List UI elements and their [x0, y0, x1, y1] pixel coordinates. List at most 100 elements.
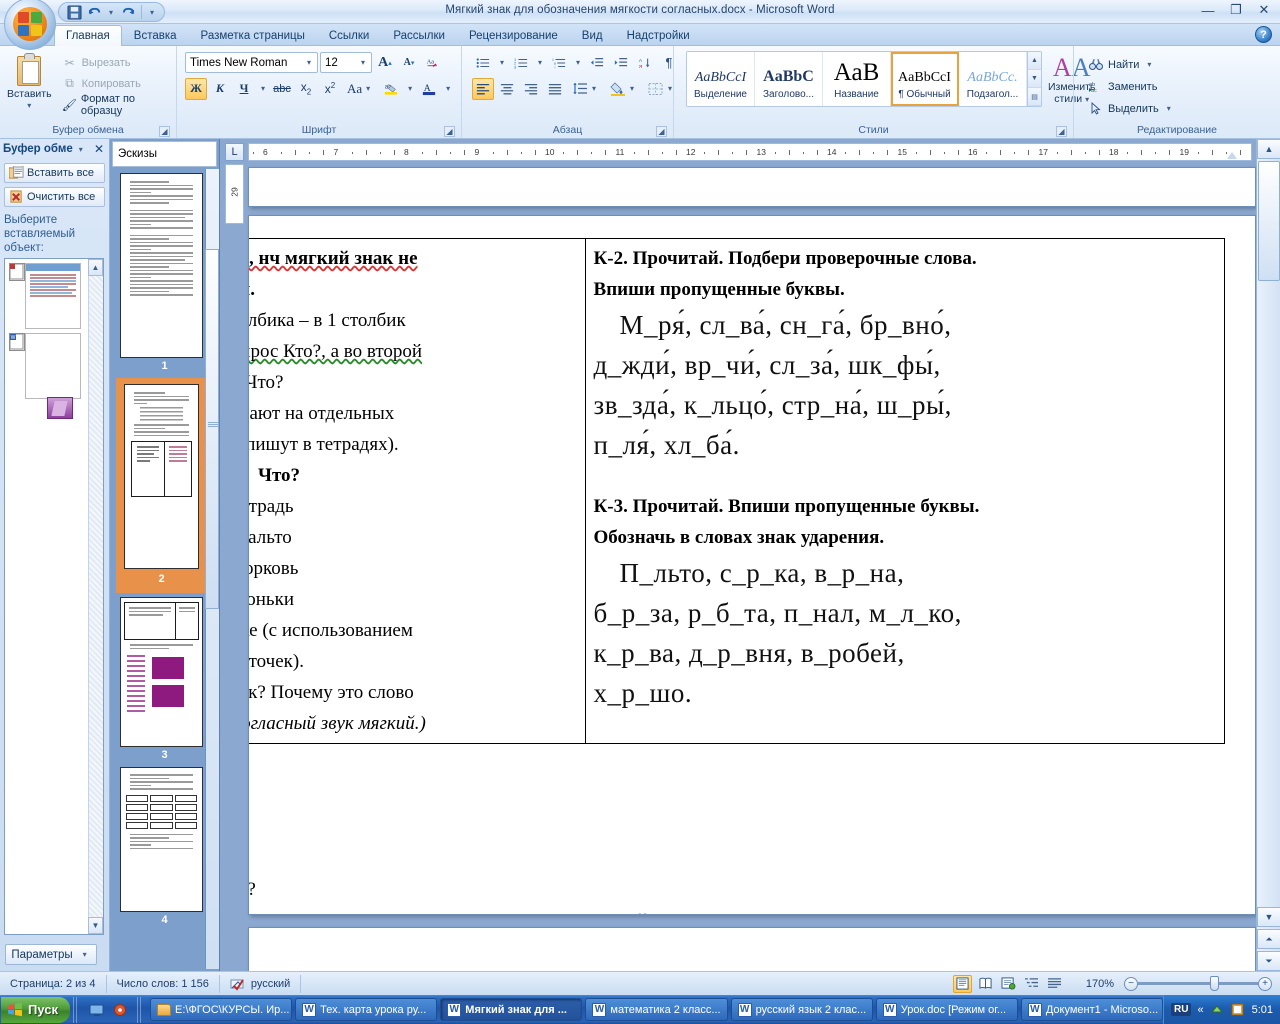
chevron-down-icon[interactable]: ▾: [303, 58, 315, 67]
more-styles-icon[interactable]: ▤: [1028, 88, 1041, 106]
clipboard-options-button[interactable]: Параметры ▾: [5, 944, 97, 965]
cut-button[interactable]: ✂ Вырезать: [58, 53, 172, 72]
tray-expand-icon[interactable]: «: [1197, 1004, 1203, 1016]
replace-button[interactable]: ab ac Заменить: [1084, 77, 1179, 96]
ruler-bar[interactable]: 6 7 8 9 10 11 12 13 14 15 16 17 18 19: [248, 143, 1252, 161]
taskbar-item-word-4[interactable]: W Урок.doc [Режим ог...: [875, 998, 1018, 1021]
numbering-icon[interactable]: 123: [510, 52, 532, 74]
select-button[interactable]: Выделить ▾: [1084, 99, 1179, 118]
customize-icon[interactable]: ▾: [146, 8, 158, 17]
line-spacing-icon[interactable]: ▾: [568, 78, 604, 100]
taskbar-item-word-active[interactable]: W Мягкий знак для ...: [440, 998, 583, 1021]
italic-button[interactable]: К: [209, 78, 231, 100]
thumbnails-scrollbar[interactable]: [205, 169, 219, 969]
status-word-count[interactable]: Число слов: 1 156: [107, 974, 220, 993]
change-case-button[interactable]: Aa ▾: [343, 78, 378, 100]
font-dialog-launcher[interactable]: ◢: [444, 126, 455, 137]
select-dropdown-icon[interactable]: ▾: [1163, 104, 1175, 113]
outline-icon[interactable]: [1022, 975, 1041, 993]
shrink-font-button[interactable]: A ▾: [398, 52, 420, 74]
paragraph-dialog-launcher[interactable]: ◢: [656, 126, 667, 137]
font-color-dropdown-icon[interactable]: ▾: [442, 84, 454, 93]
web-layout-icon[interactable]: [999, 975, 1018, 993]
justify-icon[interactable]: [544, 78, 566, 100]
tab-addins[interactable]: Надстройки: [615, 25, 702, 46]
chevron-down-icon[interactable]: ▾: [79, 950, 91, 959]
style-item-podzagolovok[interactable]: AaBbCc. Подзагол...: [959, 52, 1027, 106]
clipboard-item[interactable]: W: [9, 333, 99, 399]
document-vertical-scrollbar[interactable]: ▲ ▼ ⏶ ⏷: [1256, 139, 1280, 971]
start-button[interactable]: Пуск: [1, 996, 70, 1023]
thumbnails-scrollbar-thumb[interactable]: [205, 249, 219, 609]
horizontal-ruler[interactable]: L 6 7 8 9 10 11 12 13 14 15 16 17 18 19: [220, 142, 1256, 162]
taskbar-item-word-5[interactable]: W Документ1 - Microso...: [1020, 998, 1163, 1021]
draft-icon[interactable]: [1045, 975, 1064, 993]
office-button[interactable]: [4, 0, 56, 50]
superscript-button[interactable]: x2: [319, 78, 341, 100]
restore-icon[interactable]: ❐: [1226, 2, 1246, 18]
scroll-down-icon[interactable]: ▼: [1257, 907, 1280, 927]
undo-icon[interactable]: [85, 4, 103, 21]
help-icon[interactable]: ?: [1255, 26, 1272, 43]
sort-icon[interactable]: АЯ: [634, 52, 656, 74]
language-indicator[interactable]: RU: [1171, 1003, 1192, 1016]
multilevel-dropdown-icon[interactable]: ▾: [572, 58, 584, 67]
increase-indent-icon[interactable]: [610, 52, 632, 74]
redo-icon[interactable]: [119, 4, 137, 21]
clear-formatting-button[interactable]: Aa: [422, 52, 444, 74]
status-language[interactable]: русский: [220, 974, 302, 993]
zoom-in-button[interactable]: +: [1258, 976, 1272, 991]
undo-dropdown-icon[interactable]: ▾: [105, 8, 117, 17]
network-icon[interactable]: [1210, 1002, 1225, 1017]
tab-insert[interactable]: Вставка: [122, 25, 189, 46]
scroll-up-icon[interactable]: ▲: [1257, 139, 1280, 159]
taskbar-item-folder[interactable]: E:\ФГОС\КУРСЫ. Ир...: [150, 998, 293, 1021]
vertical-ruler[interactable]: 29: [225, 164, 244, 224]
bullets-icon[interactable]: [472, 52, 494, 74]
paste-dropdown-icon[interactable]: ▾: [23, 101, 35, 110]
tab-references[interactable]: Ссылки: [317, 25, 382, 46]
thumbnail-page-4[interactable]: 4: [112, 767, 217, 926]
status-page-number[interactable]: Страница: 2 из 4: [0, 974, 107, 993]
zoom-level-label[interactable]: 170%: [1080, 978, 1114, 990]
style-item-vydelenie[interactable]: AaBbCcI Выделение: [687, 52, 755, 106]
page-current[interactable]: нщ, нч мягкий знак не тся. столбика – в …: [248, 215, 1256, 915]
text-highlight-button[interactable]: ab: [380, 78, 402, 100]
taskbar-item-word-1[interactable]: W Тех. карта урока ру...: [295, 998, 438, 1021]
zoom-out-button[interactable]: −: [1124, 976, 1138, 991]
styles-gallery-scrollbar[interactable]: ▲ ▼ ▤: [1027, 52, 1041, 106]
clipboard-image-item[interactable]: [47, 397, 73, 419]
font-family-combo[interactable]: Times New Roman ▾: [185, 52, 318, 73]
align-left-icon[interactable]: [472, 77, 494, 100]
strikethrough-button[interactable]: abc: [271, 78, 293, 100]
align-center-icon[interactable]: [496, 78, 518, 100]
find-dropdown-icon[interactable]: ▾: [1143, 60, 1155, 69]
tab-stop-selector[interactable]: L: [225, 143, 244, 161]
clock[interactable]: 5:01: [1252, 1004, 1273, 1016]
bullets-dropdown-icon[interactable]: ▾: [496, 58, 508, 67]
clipboard-dialog-launcher[interactable]: ◢: [159, 126, 170, 137]
minimize-icon[interactable]: —: [1198, 2, 1218, 18]
style-item-nazvanie[interactable]: АаВ Название: [823, 52, 891, 106]
table-cell-left[interactable]: нщ, нч мягкий знак не тся. столбика – в …: [249, 238, 586, 744]
bold-button[interactable]: Ж: [185, 77, 207, 100]
scroll-down-icon[interactable]: ▼: [1028, 70, 1041, 88]
tab-view[interactable]: Вид: [570, 25, 615, 46]
clipboard-items-list[interactable]: ▲ ▼ W: [4, 258, 104, 935]
save-icon[interactable]: [65, 4, 83, 21]
find-button[interactable]: Найти ▾: [1084, 55, 1179, 74]
tab-home[interactable]: Главная: [54, 25, 122, 46]
tab-page-layout[interactable]: Разметка страницы: [189, 25, 317, 46]
grow-font-button[interactable]: A ▴: [374, 52, 396, 74]
thumbnail-page-1[interactable]: 1: [112, 173, 217, 372]
shading-icon[interactable]: ▾: [606, 78, 642, 100]
taskbar-item-word-3[interactable]: W русский язык 2 клас...: [730, 998, 873, 1021]
highlight-dropdown-icon[interactable]: ▾: [404, 84, 416, 93]
show-desktop-icon[interactable]: [88, 1001, 105, 1018]
tab-mailings[interactable]: Рассылки: [381, 25, 457, 46]
next-page-icon[interactable]: ⏷: [1257, 951, 1280, 971]
print-layout-icon[interactable]: [953, 974, 972, 993]
font-size-combo[interactable]: 12 ▾: [320, 52, 372, 73]
decrease-indent-icon[interactable]: [586, 52, 608, 74]
underline-button[interactable]: Ч: [233, 78, 255, 100]
